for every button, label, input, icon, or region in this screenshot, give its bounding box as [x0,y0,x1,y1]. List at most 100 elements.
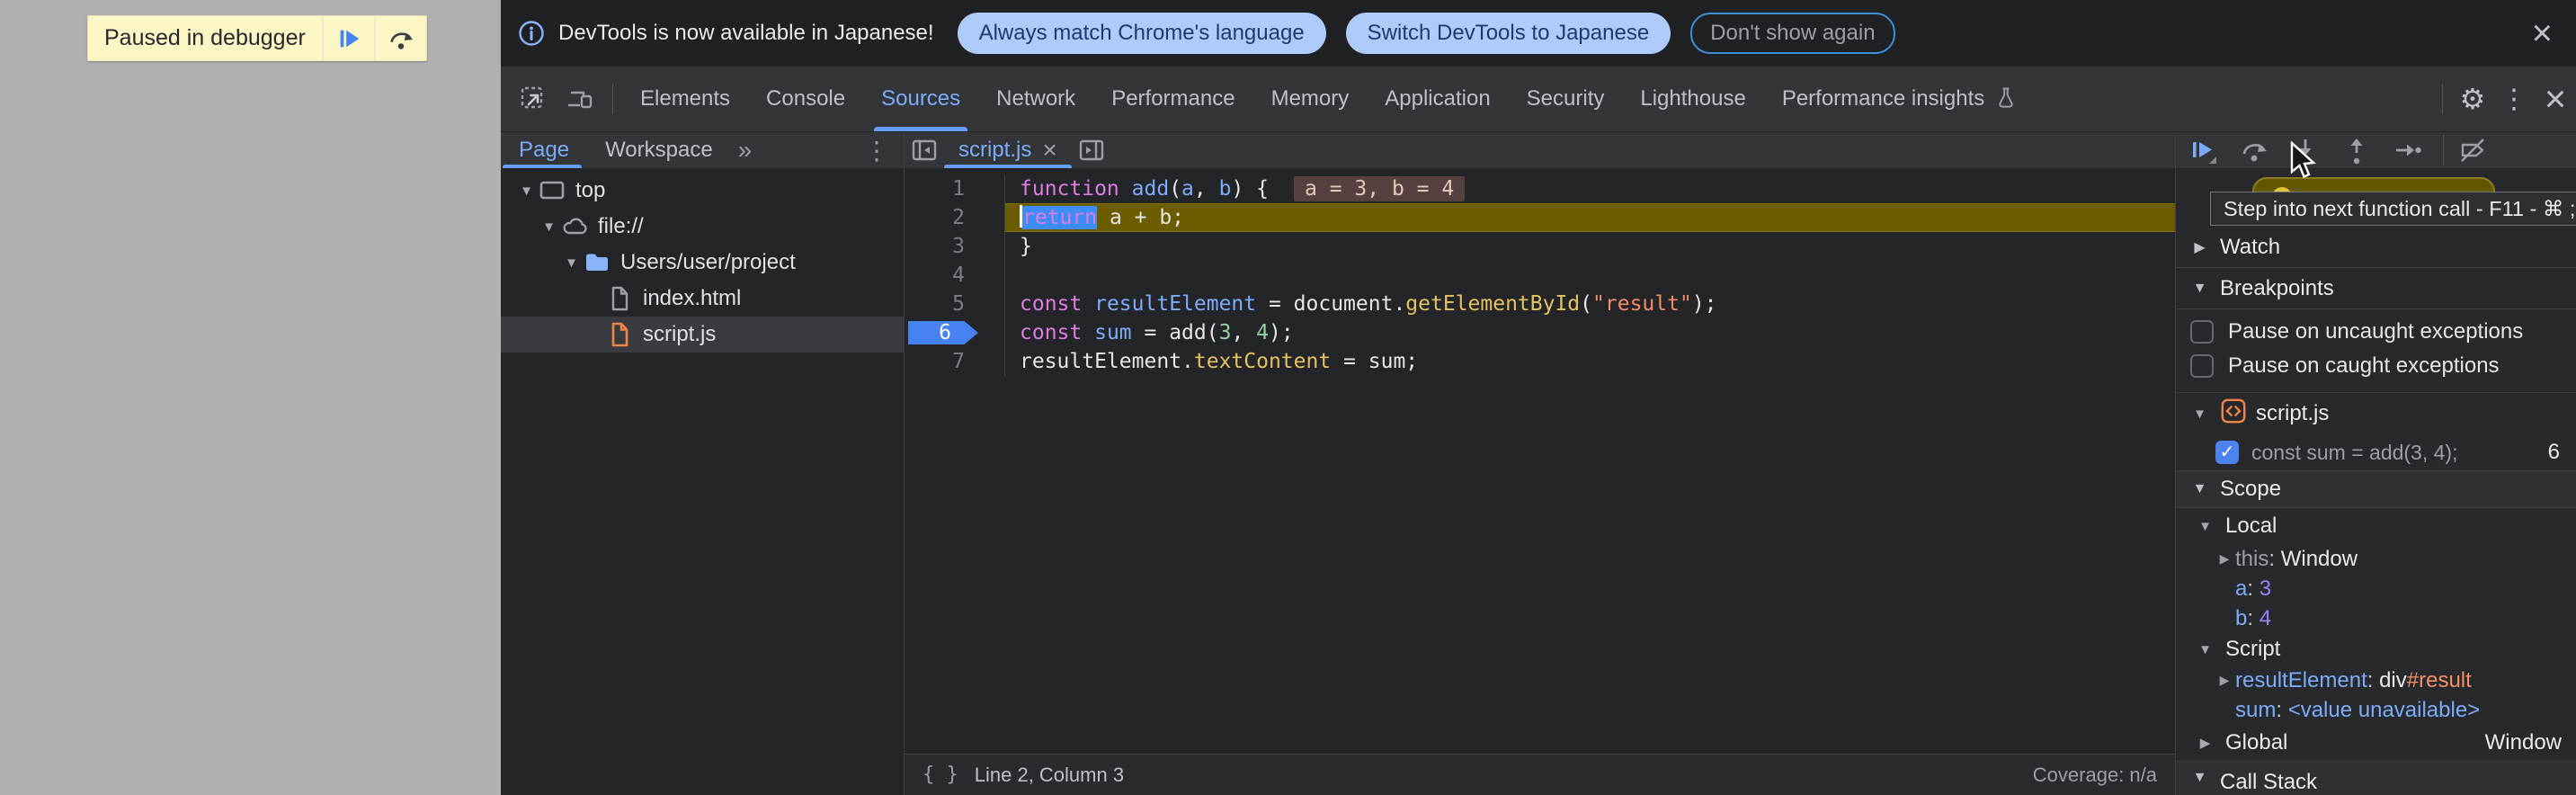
sources-panel: Page Workspace » ⋮ ▼top▼file://▼Users/us… [501,132,2576,795]
pause-uncaught-exceptions-row[interactable]: Pause on uncaught exceptions [2176,315,2576,349]
tree-item-script-js[interactable]: script.js [501,317,904,353]
breakpoint-file-group[interactable]: ▼ script.js [2176,393,2576,434]
tab-security[interactable]: Security [1509,67,1623,131]
editor-tab-scriptjs[interactable]: script.js × [944,132,1072,168]
call-stack-section-header[interactable]: ▼ Call Stack [2176,761,2576,795]
close-devtools-icon[interactable]: × [2535,77,2576,121]
script-file-icon [2220,398,2247,431]
tree-item-index-html[interactable]: index.html [501,281,904,317]
collapsed-arrow-icon[interactable]: ▶ [2194,735,2216,751]
tree-item-file[interactable]: ▼file:// [501,209,904,245]
close-tab-icon[interactable]: × [1042,136,1056,165]
tree-item-top[interactable]: ▼top [501,173,904,209]
expanded-arrow-icon[interactable]: ▼ [538,219,560,235]
scope-local-group[interactable]: ▼ Local [2176,508,2576,544]
code-text[interactable]: resultElement.textContent = sum; [1005,347,2175,376]
line-number[interactable]: 5 [905,290,1005,318]
tab-workspace[interactable]: Workspace [587,132,731,168]
line-number[interactable]: 6 [905,318,1005,347]
pretty-print-icon[interactable]: { } [923,764,958,786]
more-options-icon[interactable]: ⋮ [2493,84,2535,115]
toggle-debugger-panel-icon[interactable] [1074,130,1110,170]
code-text[interactable]: return a + b; [1005,203,2175,232]
more-tabs-chevron-icon[interactable]: » [731,136,760,165]
scope-variable-a[interactable]: a: 3 [2176,574,2576,603]
tab-sources[interactable]: Sources [863,67,978,131]
checkbox-unchecked[interactable] [2190,354,2214,378]
expanded-arrow-icon[interactable]: ▼ [2188,281,2211,297]
expanded-arrow-icon[interactable]: ▼ [2188,406,2211,422]
code-token: textContent [1194,350,1331,373]
switch-to-japanese-button[interactable]: Switch DevTools to Japanese [1346,13,1671,54]
tab-performance-insights[interactable]: Performance insights [1764,67,2037,131]
scope-section-header[interactable]: ▼ Scope [2176,470,2576,508]
watch-section-header[interactable]: ▶ Watch [2176,227,2576,268]
expanded-arrow-icon[interactable]: ▼ [515,183,538,199]
code-token: = document. [1256,292,1405,316]
code-text[interactable]: function add(a, b) {a = 3, b = 4 [1005,174,2175,203]
step-button[interactable] [2392,134,2424,166]
line-number[interactable]: 1 [905,174,1005,203]
devtools-window: DevTools is now available in Japanese! A… [501,0,2576,795]
inspect-element-button[interactable] [513,79,553,119]
toggle-navigator-panel-icon[interactable] [906,130,942,170]
tab-performance[interactable]: Performance [1093,67,1252,131]
resume-script-button[interactable] [322,16,374,60]
expanded-arrow-icon[interactable]: ▼ [560,255,583,271]
tab-network[interactable]: Network [978,67,1093,131]
match-chrome-language-button[interactable]: Always match Chrome's language [958,13,1326,54]
step-over-banner-button[interactable] [374,16,426,60]
scope-variable-b[interactable]: b: 4 [2176,603,2576,633]
breakpoint-marker[interactable]: 6 [908,321,978,344]
line-number[interactable]: 7 [905,347,1005,376]
tab-memory[interactable]: Memory [1253,67,1368,131]
resume-button[interactable] [2187,134,2219,166]
line-number[interactable]: 4 [905,261,1005,290]
tab-elements[interactable]: Elements [622,67,748,131]
variable-value: Window [2281,547,2358,572]
collapsed-arrow-icon[interactable]: ▶ [2188,238,2211,256]
code-line-2: 2return a + b; [905,203,2175,232]
file-html-icon [605,284,634,313]
code-text[interactable]: const resultElement = document.getElemen… [1005,290,2175,318]
scope-global-group[interactable]: ▶ Global Window [2176,725,2576,761]
variable-name: sum [2235,698,2276,723]
scope-script-group[interactable]: ▼ Script [2176,633,2576,665]
tree-item-label: index.html [643,286,741,311]
breakpoints-section-header[interactable]: ▼ Breakpoints [2176,268,2576,308]
code-editor[interactable]: 1function add(a, b) {a = 3, b = 42return… [905,169,2175,754]
code-text[interactable] [1005,261,2175,290]
collapsed-arrow-icon[interactable]: ▶ [2214,673,2235,688]
expanded-arrow-icon[interactable]: ▼ [2194,642,2216,657]
step-out-button[interactable] [2340,134,2373,166]
tab-console[interactable]: Console [748,67,863,131]
expanded-arrow-icon[interactable]: ▼ [2194,519,2216,534]
tab-lighthouse[interactable]: Lighthouse [1622,67,1763,131]
line-number[interactable]: 2 [905,203,1005,232]
tab-label: Network [996,86,1075,112]
expanded-arrow-icon[interactable]: ▼ [2188,481,2211,497]
navigator-more-options-icon[interactable]: ⋮ [864,136,889,165]
code-text[interactable]: } [1005,232,2175,261]
settings-gear-icon[interactable]: ⚙ [2452,82,2493,116]
step-over-button[interactable] [2238,134,2270,166]
tab-page[interactable]: Page [501,132,587,168]
tab-application[interactable]: Application [1367,67,1508,131]
deactivate-breakpoints-button[interactable] [2456,134,2489,166]
collapsed-arrow-icon[interactable]: ▶ [2214,551,2235,567]
device-toolbar-button[interactable] [560,79,600,119]
breakpoint-entry[interactable]: ✓ const sum = add(3, 4); 6 [2176,434,2576,470]
scope-variable-sum[interactable]: sum: <value unavailable> [2176,695,2576,725]
code-text[interactable]: const sum = add(3, 4); [1005,318,2175,347]
tree-item-users-user-project[interactable]: ▼Users/user/project [501,245,904,281]
pause-caught-exceptions-row[interactable]: Pause on caught exceptions [2176,349,2576,383]
notification-close-icon[interactable]: × [2532,15,2553,51]
expanded-arrow-icon[interactable]: ▼ [2188,770,2211,786]
checkbox-unchecked[interactable] [2190,320,2214,344]
checkbox-checked[interactable]: ✓ [2215,441,2239,464]
dont-show-again-button[interactable]: Don't show again [1690,13,1894,54]
code-token: 3 [1219,321,1232,344]
line-number[interactable]: 3 [905,232,1005,261]
scope-variable-resultelement[interactable]: ▶resultElement: div#result [2176,665,2576,695]
scope-variable-this[interactable]: ▶this: Window [2176,544,2576,574]
